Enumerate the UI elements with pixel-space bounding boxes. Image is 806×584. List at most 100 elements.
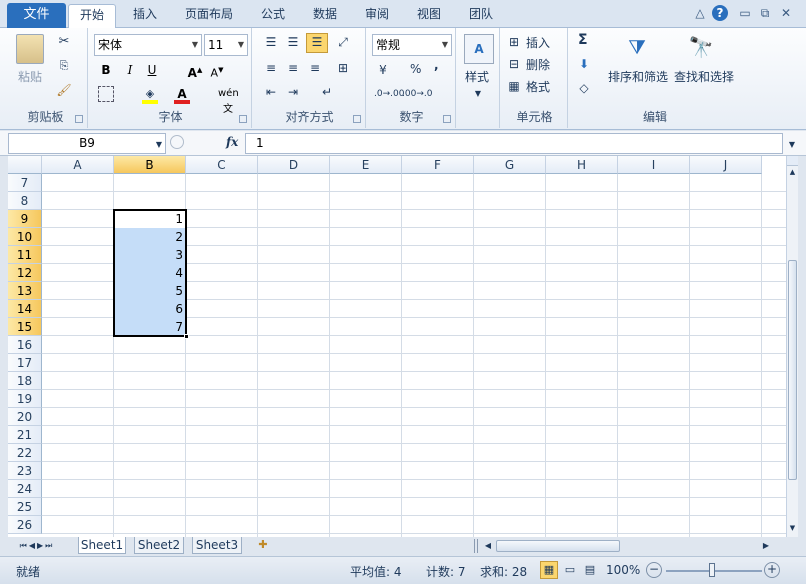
name-box[interactable]: B9 <box>8 133 166 154</box>
paste-icon[interactable] <box>16 34 44 64</box>
row-header[interactable]: 26 <box>8 516 42 534</box>
wrap-text-icon[interactable]: ↵ <box>316 84 338 100</box>
row-header[interactable]: 21 <box>8 426 42 444</box>
orientation-icon[interactable]: ⤢ <box>334 34 352 50</box>
row-header[interactable]: 16 <box>8 336 42 354</box>
row-header[interactable]: 11 <box>8 246 42 264</box>
horizontal-scroll-thumb[interactable] <box>496 540 620 552</box>
row-header[interactable]: 7 <box>8 174 42 192</box>
vertical-scrollbar[interactable]: ▲ ▼ <box>786 156 798 537</box>
tab-formulas[interactable]: 公式 <box>252 4 294 28</box>
zoom-out-icon[interactable]: − <box>646 562 662 578</box>
normal-view-icon[interactable]: ▦ <box>540 561 558 579</box>
tab-page-layout[interactable]: 页面布局 <box>176 4 242 28</box>
row-header[interactable]: 19 <box>8 390 42 408</box>
scroll-right-icon[interactable]: ▶ <box>760 538 772 554</box>
number-launcher-icon[interactable] <box>443 115 451 123</box>
row-header[interactable]: 10 <box>8 228 42 246</box>
row-header[interactable]: 18 <box>8 372 42 390</box>
format-cells-button[interactable]: 格式 <box>526 78 550 95</box>
chevron-down-icon[interactable]: ▼ <box>154 137 164 153</box>
page-break-view-icon[interactable]: ▤ <box>582 562 598 578</box>
insert-cells-icon[interactable]: ⊞ <box>506 34 522 50</box>
align-bottom-icon[interactable]: ☰ <box>306 33 328 53</box>
select-all-corner[interactable] <box>8 156 42 174</box>
paste-button[interactable]: 粘贴 <box>18 68 42 85</box>
delete-cells-icon[interactable]: ⊟ <box>506 56 522 72</box>
column-header[interactable]: D <box>258 156 330 174</box>
row-header[interactable]: 12 <box>8 264 42 282</box>
cell-b14[interactable]: 6 <box>114 300 186 318</box>
delete-cells-button[interactable]: 删除 <box>526 56 550 73</box>
tab-team[interactable]: 团队 <box>460 4 502 28</box>
column-header[interactable]: A <box>42 156 114 174</box>
autosum-button[interactable]: Σ <box>578 32 588 48</box>
row-header[interactable]: 8 <box>8 192 42 210</box>
formula-input[interactable]: 1 <box>245 133 783 154</box>
cell-b15[interactable]: 7 <box>114 318 186 336</box>
split-box[interactable] <box>787 156 798 166</box>
bold-icon[interactable]: B <box>98 62 114 78</box>
clipboard-launcher-icon[interactable] <box>75 115 83 123</box>
cell-b12[interactable]: 4 <box>114 264 186 282</box>
comma-button[interactable]: , <box>434 58 439 72</box>
number-format-combo[interactable]: 常规 ▼ <box>372 34 452 56</box>
window-close-icon[interactable]: ✕ <box>778 5 794 21</box>
row-header[interactable]: 24 <box>8 480 42 498</box>
sort-filter-icon[interactable]: ⧩ <box>622 32 652 62</box>
zoom-level[interactable]: 100% <box>606 563 640 577</box>
zoom-slider-thumb[interactable] <box>709 563 715 577</box>
tab-insert[interactable]: 插入 <box>124 4 166 28</box>
insert-function-button[interactable]: fx <box>226 135 238 149</box>
row-header[interactable]: 20 <box>8 408 42 426</box>
column-header[interactable]: H <box>546 156 618 174</box>
scroll-down-icon[interactable]: ▼ <box>787 522 798 534</box>
sheet-tab-3[interactable]: Sheet3 <box>192 537 242 554</box>
window-restore-icon[interactable]: ⧉ <box>757 5 773 21</box>
increase-indent-icon[interactable]: ⇥ <box>284 84 302 100</box>
column-header[interactable]: J <box>690 156 762 174</box>
styles-button[interactable]: 样式 <box>465 68 489 85</box>
help-icon[interactable]: ? <box>712 5 728 21</box>
row-header[interactable]: 15 <box>8 318 42 336</box>
font-name-combo[interactable]: 宋体 ▼ <box>94 34 202 56</box>
scroll-up-icon[interactable]: ▲ <box>787 166 798 178</box>
window-minimize-icon[interactable]: ▭ <box>737 5 753 21</box>
column-header[interactable]: C <box>186 156 258 174</box>
percent-button[interactable]: % <box>410 62 421 76</box>
find-select-icon[interactable]: 🔭 <box>686 32 716 62</box>
row-header[interactable]: 17 <box>8 354 42 372</box>
align-right-icon[interactable]: ≡ <box>306 60 324 76</box>
fill-color-icon[interactable]: ◈ <box>142 86 158 104</box>
column-header[interactable]: I <box>618 156 690 174</box>
minimize-ribbon-icon[interactable]: △ <box>692 5 708 21</box>
decrease-decimal-icon[interactable]: .00→.0 <box>402 86 432 102</box>
font-color-icon[interactable]: A <box>174 86 190 104</box>
font-size-combo[interactable]: 11 ▼ <box>204 34 248 56</box>
increase-decimal-icon[interactable]: .0→.00 <box>374 86 404 102</box>
row-header[interactable]: 23 <box>8 462 42 480</box>
expand-formula-bar-icon[interactable]: ▼ <box>786 137 798 153</box>
row-header[interactable]: 14 <box>8 300 42 318</box>
sort-filter-button[interactable]: 排序和筛选 <box>608 68 668 85</box>
merge-center-icon[interactable]: ⊞ <box>334 60 352 76</box>
vertical-scroll-thumb[interactable] <box>788 260 797 480</box>
cell-b9[interactable]: 1 <box>114 210 186 228</box>
align-left-icon[interactable]: ≡ <box>262 60 280 76</box>
worksheet-grid[interactable]: ABCDEFGHIJ 7 8 9 10 11 12 13 14 15 16 17 18 19 20 21 22… <box>8 156 786 537</box>
sheet-tab-2[interactable]: Sheet2 <box>134 537 184 554</box>
row-header[interactable]: 22 <box>8 444 42 462</box>
cell-b11[interactable]: 3 <box>114 246 186 264</box>
group-styles[interactable]: A 样式 ▼ <box>458 28 500 128</box>
grow-font-icon[interactable]: A▲ <box>186 62 204 81</box>
row-header[interactable]: 13 <box>8 282 42 300</box>
sheet-nav-icon[interactable]: ⏮◀▶⏭ <box>10 538 64 554</box>
align-top-icon[interactable]: ☰ <box>262 34 280 50</box>
align-center-icon[interactable]: ≡ <box>284 60 302 76</box>
insert-sheet-icon[interactable]: ✚ <box>252 537 274 553</box>
cell-b10[interactable]: 2 <box>114 228 186 246</box>
column-header[interactable]: G <box>474 156 546 174</box>
italic-icon[interactable]: I <box>122 62 138 78</box>
alignment-launcher-icon[interactable] <box>353 115 361 123</box>
cell-b13[interactable]: 5 <box>114 282 186 300</box>
